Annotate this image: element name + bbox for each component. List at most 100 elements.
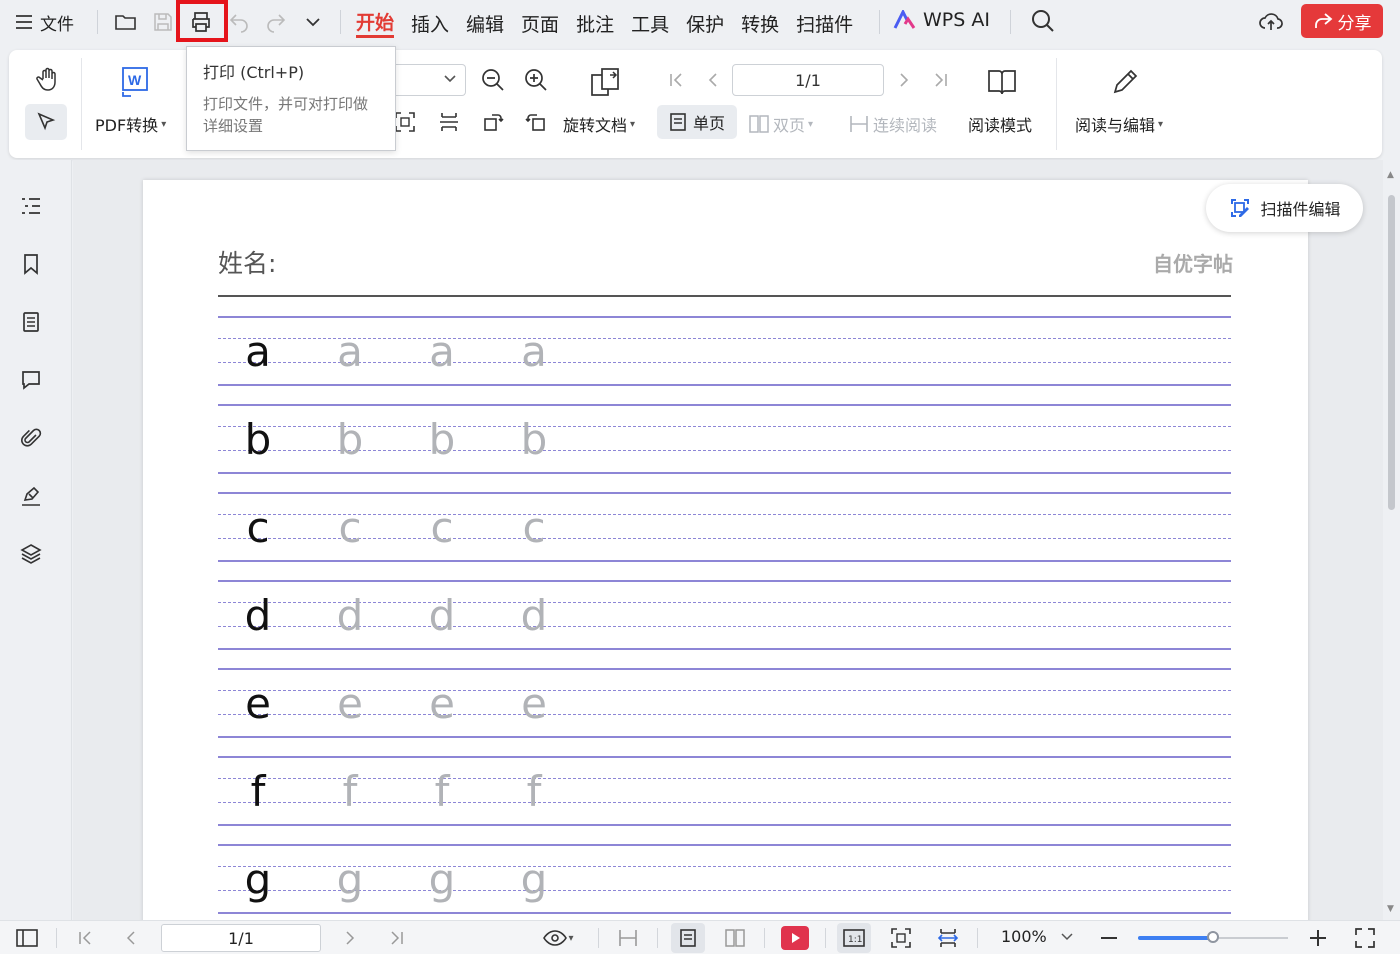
menu-bar: 文件 开始 插入 编辑 页面 批注 工具 保护 转换 扫描件 WPS AI 分享 [0, 0, 1400, 46]
prev-page-icon[interactable] [120, 925, 142, 951]
hamburger-icon [16, 15, 32, 29]
pdf-convert-label: PDF转换 [95, 116, 159, 135]
print-tooltip: 打印 (Ctrl+P) 打印文件，并可对打印做详细设置 [186, 46, 396, 151]
scan-edit-label: 扫描件编辑 [1260, 200, 1341, 219]
fit-page-icon[interactable] [888, 925, 914, 951]
tab-edit[interactable]: 编辑 [466, 8, 504, 38]
share-button[interactable]: 分享 [1301, 4, 1383, 38]
divider [977, 928, 978, 948]
open-folder-icon[interactable] [113, 9, 139, 35]
svg-text:W: W [128, 72, 142, 88]
first-page-icon[interactable] [664, 68, 688, 92]
next-page-icon[interactable] [892, 68, 916, 92]
thumbnail-icon[interactable] [18, 309, 44, 335]
trace-letter: b [428, 415, 456, 464]
scroll-down-icon[interactable]: ▼ [1387, 904, 1394, 914]
status-page-input[interactable]: 1/1 [161, 924, 321, 952]
read-mode-button[interactable]: 阅读模式 [968, 112, 1032, 136]
actual-size-icon[interactable]: 1:1 [841, 925, 867, 951]
pdf-convert-button[interactable]: PDF转换 ▾ [95, 112, 166, 136]
scroll-up-icon[interactable]: ▲ [1387, 170, 1394, 180]
tab-insert[interactable]: 插入 [411, 8, 449, 38]
zoom-in-icon[interactable] [522, 66, 550, 94]
double-page-icon[interactable] [722, 925, 748, 951]
document-page: 姓名: 自优字帖 aaaabbbbccccddddeeeeffffgggg [143, 180, 1308, 920]
zoom-out-icon[interactable] [479, 66, 507, 94]
rotate-right-icon[interactable] [479, 108, 507, 136]
zoom-dropdown[interactable] [394, 64, 466, 96]
zoom-in-button[interactable] [1306, 925, 1330, 951]
caret-down-icon: ▾ [1158, 118, 1164, 130]
divider [764, 928, 765, 948]
first-page-icon[interactable] [74, 925, 96, 951]
last-page-icon[interactable] [929, 68, 953, 92]
tab-home[interactable]: 开始 [356, 8, 395, 38]
tab-protect[interactable]: 保护 [686, 8, 724, 38]
double-page-button[interactable]: 双页 ▾ [748, 112, 813, 136]
tab-page[interactable]: 页面 [521, 8, 559, 38]
pencil-icon[interactable] [1107, 64, 1143, 100]
single-page-button[interactable]: 单页 [657, 105, 737, 139]
rotate-document-icon[interactable] [586, 64, 626, 100]
zoom-dropdown[interactable]: 100% [1001, 927, 1073, 946]
file-menu[interactable]: 文件 [14, 10, 74, 35]
sidebar-toggle-icon[interactable] [14, 925, 40, 951]
single-page-label: 单页 [692, 114, 725, 133]
read-mode-label: 阅读模式 [968, 116, 1033, 135]
chevron-down-icon[interactable] [300, 9, 326, 35]
minus-icon [1101, 937, 1117, 939]
document-viewport[interactable]: 姓名: 自优字帖 aaaabbbbccccddddeeeeffffgggg 扫描… [73, 160, 1383, 920]
comment-icon[interactable] [18, 367, 44, 393]
rotate-left-icon[interactable] [522, 108, 550, 136]
fullscreen-icon[interactable] [1353, 925, 1377, 951]
zoom-out-button[interactable] [1097, 925, 1121, 951]
tab-comment[interactable]: 批注 [576, 8, 614, 38]
eye-protection-button[interactable]: ▾ [536, 925, 580, 951]
attachment-icon[interactable] [18, 425, 44, 451]
scan-edit-icon [1231, 199, 1250, 217]
tab-convert[interactable]: 转换 [741, 8, 779, 38]
zoom-value: 100% [1001, 927, 1047, 946]
continuous-reading-icon[interactable] [615, 925, 641, 951]
wps-ai-button[interactable]: WPS AI [893, 9, 990, 31]
tab-tools[interactable]: 工具 [631, 8, 669, 38]
book-icon[interactable] [984, 64, 1020, 100]
trace-letter: d [428, 591, 456, 640]
outline-icon[interactable] [18, 193, 44, 219]
zoom-slider-knob[interactable] [1207, 931, 1219, 943]
redo-icon[interactable] [263, 9, 289, 35]
signature-icon[interactable] [18, 483, 44, 509]
caret-down-icon: ▾ [630, 118, 636, 130]
chevron-down-icon [1061, 932, 1073, 940]
single-page-icon [670, 113, 686, 131]
undo-icon[interactable] [226, 9, 252, 35]
fit-width-icon[interactable] [935, 925, 961, 951]
wps-ai-label: WPS AI [923, 9, 990, 31]
search-icon[interactable] [1030, 8, 1056, 34]
divider [598, 928, 599, 948]
select-tool-icon[interactable] [25, 104, 67, 140]
scrollbar-thumb[interactable] [1388, 195, 1395, 510]
rotate-document-button[interactable]: 旋转文档 ▾ [563, 112, 635, 136]
cloud-upload-icon[interactable] [1258, 9, 1284, 33]
bookmark-icon[interactable] [18, 251, 44, 277]
layers-icon[interactable] [18, 541, 44, 567]
page-number-input[interactable]: 1/1 [732, 64, 884, 96]
fit-width-icon[interactable] [435, 108, 463, 136]
tab-scan[interactable]: 扫描件 [796, 8, 853, 38]
save-icon[interactable] [150, 9, 176, 35]
hand-tool-icon[interactable] [33, 64, 63, 94]
last-page-icon[interactable] [386, 925, 408, 951]
play-slideshow-button[interactable] [781, 926, 809, 950]
divider [1010, 10, 1011, 34]
read-edit-button[interactable]: 阅读与编辑 ▾ [1075, 112, 1163, 136]
pdf-to-word-icon[interactable]: W [117, 64, 153, 100]
prev-page-icon[interactable] [701, 68, 725, 92]
vertical-scrollbar[interactable]: ▲ ▼ [1383, 160, 1400, 920]
single-page-icon[interactable] [675, 925, 701, 951]
chevron-down-icon [443, 73, 457, 85]
scan-edit-button[interactable]: 扫描件编辑 [1206, 184, 1363, 232]
continuous-reading-button[interactable]: 连续阅读 [848, 112, 937, 136]
divider [56, 928, 57, 948]
next-page-icon[interactable] [339, 925, 361, 951]
